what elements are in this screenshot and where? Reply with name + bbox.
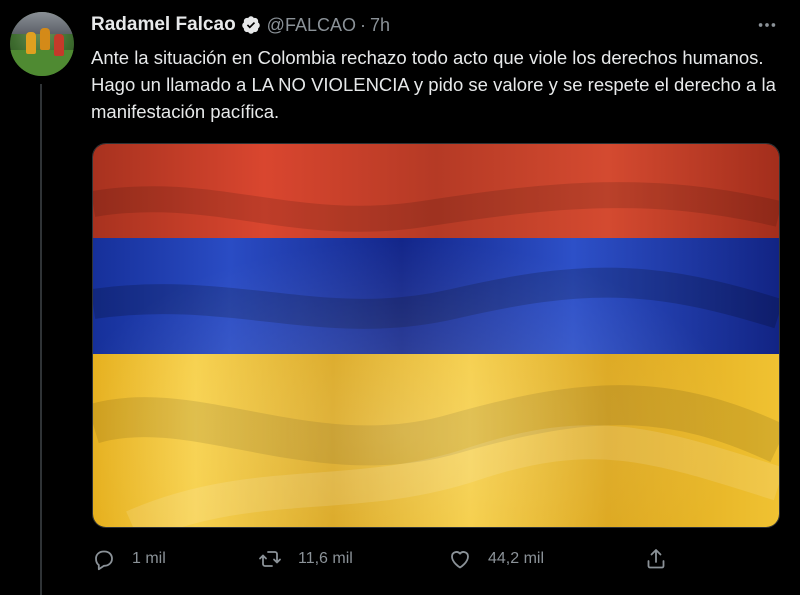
thread-line — [40, 84, 42, 595]
retweet-count: 11,6 mil — [298, 550, 353, 567]
reply-icon — [95, 550, 113, 571]
reply-button[interactable]: 1 mil — [92, 544, 166, 574]
more-options-icon[interactable] — [756, 14, 778, 36]
like-button[interactable]: 44,2 mil — [448, 544, 544, 574]
share-button[interactable] — [644, 544, 668, 574]
like-count: 44,2 mil — [488, 550, 545, 567]
reply-count: 1 mil — [132, 550, 166, 567]
share-icon — [647, 549, 665, 569]
tweet-actions: 1 mil 11,6 mil 44,2 mil — [92, 544, 782, 574]
separator-dot: · — [359, 14, 366, 35]
retweet-icon — [259, 551, 281, 567]
author-handle[interactable]: @FALCAO — [267, 15, 356, 36]
heart-icon — [451, 551, 469, 569]
tweet-header: Radamel Falcao @FALCAO · 7h — [91, 12, 390, 38]
avatar-player — [40, 28, 50, 50]
avatar-player — [54, 34, 64, 56]
retweet-button[interactable]: 11,6 mil — [258, 544, 353, 574]
verified-badge-icon — [241, 15, 261, 35]
avatar[interactable] — [10, 12, 74, 76]
tweet-media-image[interactable] — [92, 143, 780, 528]
avatar-player — [26, 32, 36, 54]
avatar-pitch — [10, 50, 74, 76]
flag-image — [93, 144, 779, 527]
tweet-text: Ante la situación en Colombia rechazo to… — [91, 47, 776, 122]
author-name[interactable]: Radamel Falcao — [91, 14, 236, 36]
tweet-timestamp[interactable]: 7h — [370, 15, 390, 36]
